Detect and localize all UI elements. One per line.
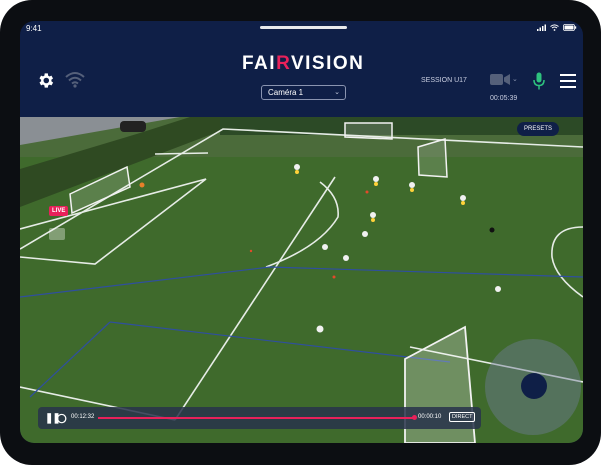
wifi-icon: [64, 71, 86, 93]
progress-track[interactable]: [98, 417, 414, 419]
presets-button[interactable]: PRESETS: [517, 122, 560, 136]
current-time: 00:12:32: [71, 414, 95, 420]
hamburger-menu-icon[interactable]: [560, 74, 576, 93]
goalkeeper: [139, 182, 145, 188]
gear-icon[interactable]: [36, 71, 55, 95]
session-label: SESSION U17: [421, 77, 467, 84]
snapshot-icon[interactable]: [49, 228, 65, 240]
battery-icon: [563, 24, 577, 31]
status-time: 9:41: [26, 24, 42, 33]
ptz-joystick[interactable]: [485, 339, 581, 435]
camera-select[interactable]: Caméra 1 ⌄: [261, 85, 346, 100]
top-bar: FAIRVISION Caméra 1 ⌄ SESSION U17 ⌄ 00:0…: [20, 37, 583, 117]
joystick-knob[interactable]: [521, 373, 547, 399]
live-badge: LIVE: [49, 206, 69, 216]
camera-chevron-icon[interactable]: ⌄: [512, 75, 518, 83]
playback-bar: ❚❚ 00:12:32 00:00:10 DIRECT: [38, 407, 481, 429]
chevron-down-icon: ⌄: [334, 89, 340, 96]
video-camera-icon[interactable]: [490, 73, 510, 91]
brand-text-suffix: VISION: [290, 53, 365, 74]
cellular-signal-icon: [537, 24, 546, 31]
status-bar: 9:41: [20, 21, 583, 37]
app-screen: 9:41 FAIRVISION Caméra 1 ⌄ SESSION U17 ⌄…: [20, 21, 583, 443]
tablet-frame: 9:41 FAIRVISION Caméra 1 ⌄ SESSION U17 ⌄…: [0, 0, 601, 465]
camera-select-value: Caméra 1: [268, 88, 304, 97]
microphone-icon[interactable]: [533, 72, 545, 95]
direct-button[interactable]: DIRECT: [449, 412, 476, 422]
replay-icon[interactable]: [56, 411, 67, 429]
recording-timer: 00:05:39: [490, 95, 518, 102]
dynamic-island-indicator: [260, 26, 347, 29]
remaining-time: 00:00:10: [418, 414, 442, 420]
coach: [489, 227, 495, 233]
wifi-status-icon: [550, 24, 559, 31]
brand-text-accent: R: [276, 53, 291, 74]
parked-car: [120, 121, 146, 132]
fairvision-logo: FAIRVISION: [242, 53, 364, 75]
brand-text-prefix: FAI: [242, 53, 277, 74]
scrub-handle[interactable]: [412, 415, 417, 420]
system-icons: [537, 24, 577, 31]
